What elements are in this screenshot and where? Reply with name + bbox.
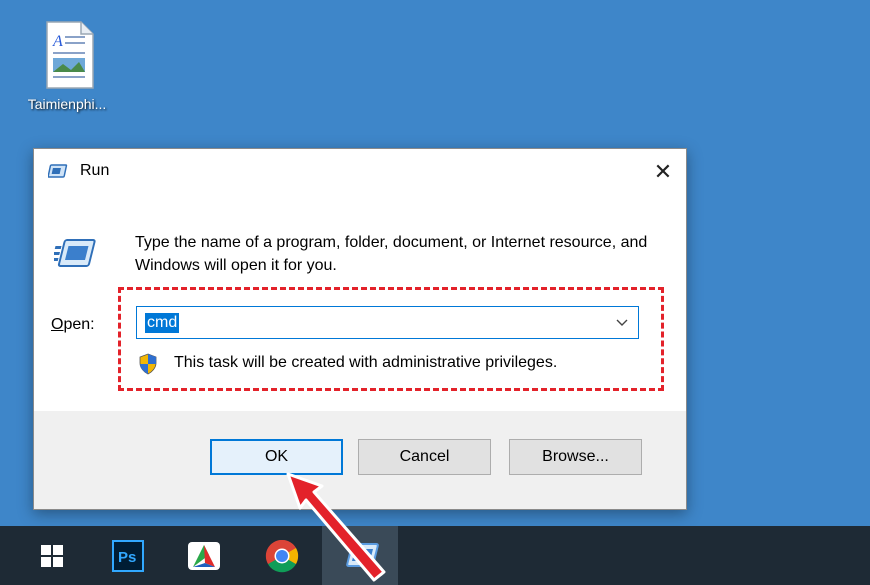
browse-button[interactable]: Browse...: [509, 439, 642, 475]
run-dialog: Run ✕ Type the name of a program, folder…: [33, 148, 687, 510]
document-file-icon: A: [46, 21, 94, 89]
taskbar-app[interactable]: [166, 526, 242, 585]
photoshop-label: Ps: [118, 549, 136, 566]
dialog-description: Type the name of a program, folder, docu…: [135, 234, 648, 274]
taskbar-photoshop[interactable]: Ps: [90, 526, 166, 585]
run-icon: [48, 164, 68, 178]
taskbar: Ps: [0, 526, 870, 585]
svg-text:A: A: [52, 33, 63, 50]
open-label: Open:: [51, 316, 95, 334]
dialog-titlebar[interactable]: Run ✕: [34, 149, 686, 195]
desktop-icon-label: Taimienphi...: [27, 96, 107, 112]
chrome-icon: [265, 539, 299, 572]
start-button[interactable]: [14, 526, 90, 585]
open-label-rest: pen:: [63, 316, 95, 333]
ok-button[interactable]: OK: [210, 439, 343, 475]
highlight-annotation: [118, 287, 664, 391]
taskbar-run[interactable]: [322, 526, 398, 585]
run-program-icon: [54, 239, 96, 267]
app-icon: [188, 541, 220, 570]
desktop-file-shortcut[interactable]: A Taimienphi...: [8, 12, 118, 122]
close-button[interactable]: ✕: [640, 149, 686, 195]
run-icon: [346, 542, 379, 567]
close-icon: ✕: [653, 159, 673, 184]
button-area: OK Cancel Browse...: [34, 411, 686, 509]
cancel-button[interactable]: Cancel: [358, 439, 491, 475]
photoshop-icon: Ps: [112, 539, 144, 572]
windows-start-icon: [41, 544, 63, 567]
open-label-accesskey: O: [51, 316, 64, 333]
taskbar-chrome[interactable]: [244, 526, 320, 585]
dialog-title: Run: [80, 162, 110, 179]
